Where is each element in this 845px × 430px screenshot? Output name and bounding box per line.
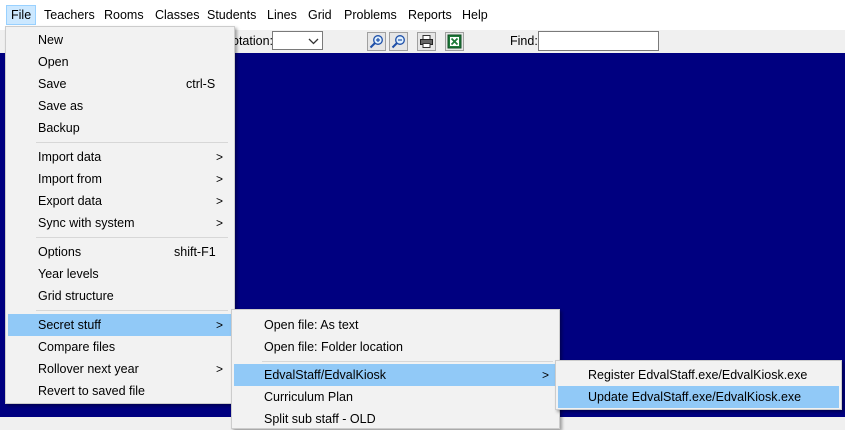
menu-item-label: Curriculum Plan <box>264 390 353 404</box>
menu-problems[interactable]: Problems <box>340 5 401 25</box>
menu-item-label: Open file: As text <box>264 318 359 332</box>
menu-item-label: Import data <box>38 150 102 164</box>
menu-item-label: Year levels <box>38 267 99 281</box>
menu-item-label: Save as <box>38 99 84 113</box>
menu-item-label: Import from <box>38 172 102 186</box>
menu-rooms[interactable]: Rooms <box>100 5 148 25</box>
menu-item-label: Backup <box>38 121 80 135</box>
menu-separator <box>36 237 228 238</box>
shortcut-label: shift-F1 <box>174 245 216 259</box>
menu-item-label: Export data <box>38 194 102 208</box>
menu-item-update-edvalstaff[interactable]: Update EdvalStaff.exe/EdvalKiosk.exe <box>558 386 839 408</box>
submenu-arrow-icon: > <box>216 318 224 332</box>
menu-item-save[interactable]: Save ctrl-S <box>8 73 232 95</box>
menu-item-compare-files[interactable]: Compare files <box>8 336 232 358</box>
menu-item-save-as[interactable]: Save as <box>8 95 232 117</box>
menu-item-import-from[interactable]: Import from > <box>8 168 232 190</box>
edvalkiosk-submenu: Register EdvalStaff.exe/EdvalKiosk.exe U… <box>555 360 842 410</box>
menu-students[interactable]: Students <box>203 5 260 25</box>
rotation-dropdown[interactable] <box>272 31 323 50</box>
menu-item-label: Sync with system <box>38 216 135 230</box>
menu-item-rollover-next-year[interactable]: Rollover next year > <box>8 358 232 380</box>
menu-item-label: Grid structure <box>38 289 114 303</box>
excel-export-icon <box>447 34 462 49</box>
find-input[interactable] <box>538 31 659 51</box>
rotation-label: otation: <box>232 34 274 48</box>
menu-item-label: Rollover next year <box>38 362 139 376</box>
menu-item-new[interactable]: New <box>8 29 232 51</box>
menu-item-grid-structure[interactable]: Grid structure <box>8 285 232 307</box>
menu-item-label: Split sub staff - OLD <box>264 412 376 426</box>
menu-item-secret-stuff[interactable]: Secret stuff > <box>8 314 232 336</box>
menu-item-export-data[interactable]: Export data > <box>8 190 232 212</box>
menu-item-label: Options <box>38 245 82 259</box>
menu-item-label: New <box>38 33 64 47</box>
menu-reports[interactable]: Reports <box>404 5 456 25</box>
menu-item-register-edvalstaff[interactable]: Register EdvalStaff.exe/EdvalKiosk.exe <box>558 364 839 386</box>
menu-item-label: EdvalStaff/EdvalKiosk <box>264 368 387 382</box>
menu-file[interactable]: File <box>6 5 37 25</box>
menu-item-label: Register EdvalStaff.exe/EdvalKiosk.exe <box>588 368 808 382</box>
submenu-arrow-icon: > <box>216 362 224 376</box>
chevron-down-icon <box>308 38 319 45</box>
menu-item-open-file-folder-location[interactable]: Open file: Folder location <box>234 336 557 358</box>
menu-item-open-file-as-text[interactable]: Open file: As text <box>234 314 557 336</box>
menu-help[interactable]: Help <box>458 5 492 25</box>
menu-item-open[interactable]: Open <box>8 51 232 73</box>
submenu-arrow-icon: > <box>216 172 224 186</box>
zoom-out-button[interactable] <box>389 32 408 51</box>
shortcut-label: ctrl-S <box>186 77 216 91</box>
find-label: Find: <box>510 34 538 48</box>
menu-item-backup[interactable]: Backup <box>8 117 232 139</box>
submenu-arrow-icon: > <box>216 150 224 164</box>
menu-separator <box>36 310 228 311</box>
file-menu: New Open Save ctrl-S Save as Backup Impo… <box>5 26 235 404</box>
menu-separator <box>36 142 228 143</box>
submenu-arrow-icon: > <box>542 368 550 382</box>
menu-item-import-data[interactable]: Import data > <box>8 146 232 168</box>
menu-lines[interactable]: Lines <box>263 5 301 25</box>
menu-item-sync-with-system[interactable]: Sync with system > <box>8 212 232 234</box>
menu-item-label: Open file: Folder location <box>264 340 403 354</box>
menu-item-label: Update EdvalStaff.exe/EdvalKiosk.exe <box>588 390 802 404</box>
menu-item-year-levels[interactable]: Year levels <box>8 263 232 285</box>
submenu-arrow-icon: > <box>216 216 224 230</box>
menu-item-revert-to-saved-file[interactable]: Revert to saved file <box>8 380 232 402</box>
menu-item-curriculum-plan[interactable]: Curriculum Plan <box>234 386 557 408</box>
menu-classes[interactable]: Classes <box>151 5 203 25</box>
secret-stuff-submenu: Open file: As text Open file: Folder loc… <box>231 309 560 429</box>
print-icon <box>420 35 433 48</box>
menu-grid[interactable]: Grid <box>304 5 336 25</box>
menu-item-edvalstaff-edvalkiosk[interactable]: EdvalStaff/EdvalKiosk > <box>234 364 557 386</box>
submenu-arrow-icon: > <box>216 194 224 208</box>
zoom-in-icon <box>369 35 383 49</box>
menu-item-split-sub-staff-old[interactable]: Split sub staff - OLD <box>234 408 557 430</box>
menu-teachers[interactable]: Teachers <box>40 5 99 25</box>
menu-item-label: Open <box>38 55 69 69</box>
menu-item-label: Compare files <box>38 340 116 354</box>
excel-export-button[interactable] <box>445 32 464 51</box>
menu-item-label: Secret stuff <box>38 318 101 332</box>
print-button[interactable] <box>417 32 436 51</box>
zoom-in-button[interactable] <box>367 32 386 51</box>
menu-item-label: Revert to saved file <box>38 384 145 398</box>
menu-item-options[interactable]: Options shift-F1 <box>8 241 232 263</box>
zoom-out-icon <box>391 35 405 49</box>
menu-item-label: Save <box>38 77 67 91</box>
menu-separator <box>262 361 553 362</box>
